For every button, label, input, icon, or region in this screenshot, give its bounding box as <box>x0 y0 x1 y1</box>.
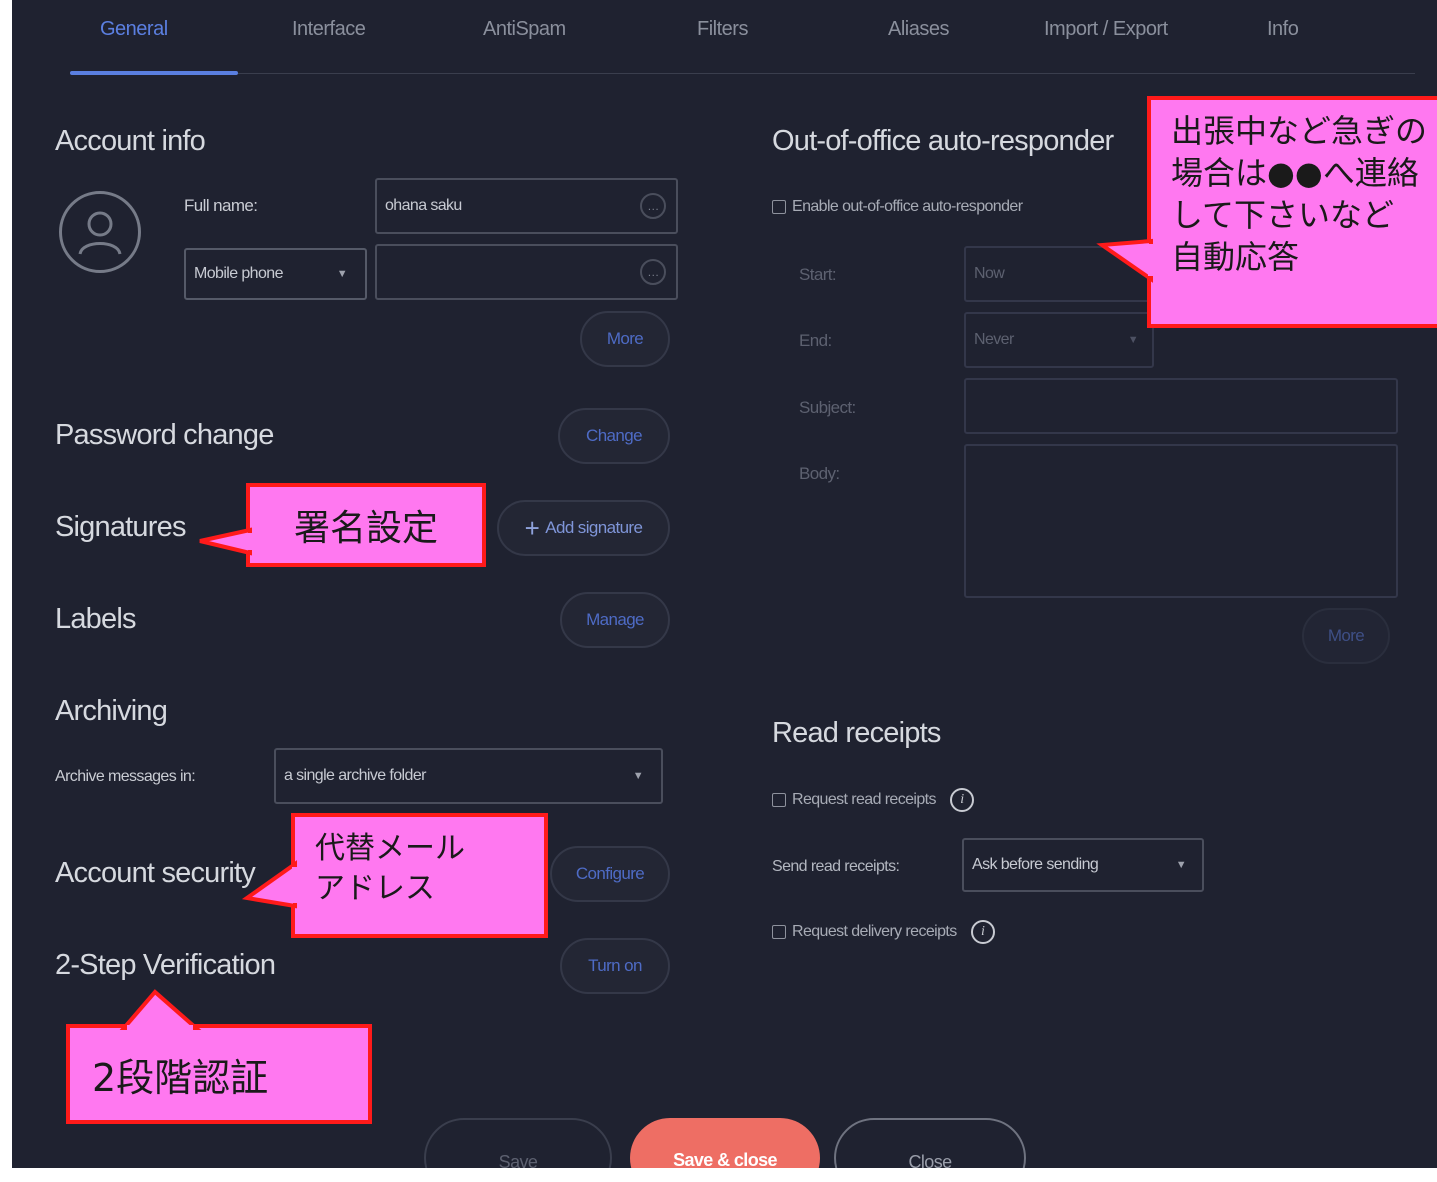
signatures-title: Signatures <box>55 511 186 543</box>
request-read-receipts-checkbox[interactable] <box>772 793 786 807</box>
phone-type-select[interactable]: Mobile phone ▼ <box>184 248 367 300</box>
signature-callout: 署名設定 <box>246 483 486 567</box>
tab-divider <box>70 73 1415 74</box>
tab-import-export[interactable]: Import / Export <box>1044 18 1168 41</box>
security-callout: 代替メール アドレス <box>291 813 548 938</box>
add-signature-label: Add signature <box>545 518 643 537</box>
labels-title: Labels <box>55 603 136 635</box>
archive-folder-value: a single archive folder <box>284 767 426 784</box>
request-read-receipts-row[interactable]: Request read receipts i <box>772 788 974 812</box>
enable-auto-responder-checkbox[interactable] <box>772 200 786 214</box>
request-delivery-receipts-checkbox[interactable] <box>772 925 786 939</box>
security-pointer <box>241 860 298 909</box>
password-change-title: Password change <box>55 419 274 451</box>
archiving-title: Archiving <box>55 695 168 727</box>
manage-labels-button[interactable]: Manage <box>560 592 670 648</box>
ellipsis-icon[interactable]: … <box>640 259 666 285</box>
close-button[interactable]: Close <box>834 1118 1026 1168</box>
send-read-receipts-label: Send read receipts: <box>772 858 900 875</box>
start-value: Now <box>974 265 1005 282</box>
active-tab-indicator <box>70 71 238 75</box>
tab-general[interactable]: General <box>100 18 168 41</box>
account-more-button[interactable]: More <box>580 311 670 367</box>
body-textarea[interactable] <box>964 444 1398 598</box>
auto-responder-more-button[interactable]: More <box>1302 608 1390 664</box>
auto-reply-callout-text: 出張中など急ぎの 場合は●●へ連絡 して下さいなど 自動応答 <box>1171 112 1428 276</box>
signature-callout-text: 署名設定 <box>293 508 438 549</box>
signature-pointer <box>199 527 253 556</box>
request-delivery-receipts-row[interactable]: Request delivery receipts i <box>772 920 995 944</box>
two-step-title: 2-Step Verification <box>55 949 276 981</box>
ellipsis-icon[interactable]: … <box>640 193 666 219</box>
end-select[interactable]: Never ▼ <box>964 312 1154 368</box>
add-signature-button[interactable]: + Add signature <box>497 500 670 556</box>
archive-folder-select[interactable]: a single archive folder ▼ <box>274 748 663 804</box>
end-value: Never <box>974 331 1014 348</box>
account-info-title: Account info <box>55 125 206 157</box>
request-read-receipts-label: Request read receipts <box>792 791 937 808</box>
auto-reply-pointer <box>1096 238 1154 283</box>
security-callout-text: 代替メール アドレス <box>315 831 465 906</box>
subject-field[interactable] <box>964 378 1398 434</box>
tab-antispam[interactable]: AntiSpam <box>483 18 566 41</box>
tab-aliases[interactable]: Aliases <box>888 18 949 41</box>
save-and-close-button[interactable]: Save & close <box>630 1118 820 1168</box>
out-of-office-title: Out-of-office auto-responder <box>772 125 1114 157</box>
phone-number-field[interactable]: … <box>375 244 678 300</box>
full-name-label: Full name: <box>184 196 258 215</box>
send-read-receipts-select[interactable]: Ask before sending ▼ <box>962 838 1204 892</box>
send-read-receipts-value: Ask before sending <box>972 856 1099 873</box>
account-security-title: Account security <box>55 857 256 889</box>
archive-messages-label: Archive messages in: <box>55 768 196 785</box>
save-button[interactable]: Save <box>424 1118 612 1168</box>
info-icon[interactable]: i <box>970 920 995 944</box>
change-password-button[interactable]: Change <box>558 408 670 464</box>
tab-interface[interactable]: Interface <box>292 18 366 41</box>
enable-auto-responder-row[interactable]: Enable out-of-office auto-responder <box>772 198 1023 216</box>
configure-security-button[interactable]: Configure <box>550 846 670 902</box>
avatar-icon[interactable] <box>59 191 141 273</box>
two-step-callout: 2段階認証 <box>66 1024 372 1124</box>
plus-icon: + <box>524 513 540 543</box>
enable-auto-responder-label: Enable out-of-office auto-responder <box>792 198 1023 215</box>
turn-on-two-step-button[interactable]: Turn on <box>560 938 670 994</box>
tab-info[interactable]: Info <box>1267 18 1299 41</box>
auto-reply-callout: 出張中など急ぎの 場合は●●へ連絡 して下さいなど 自動応答 <box>1147 96 1437 328</box>
subject-label: Subject: <box>799 398 856 417</box>
phone-type-value: Mobile phone <box>194 265 283 282</box>
chevron-down-icon: ▼ <box>632 770 644 782</box>
read-receipts-title: Read receipts <box>772 717 941 749</box>
end-label: End: <box>799 331 832 350</box>
chevron-down-icon: ▼ <box>336 268 348 280</box>
full-name-value: ohana saku <box>385 197 462 214</box>
chevron-down-icon: ▼ <box>1127 334 1139 346</box>
two-step-pointer <box>119 989 202 1031</box>
body-label: Body: <box>799 464 840 483</box>
settings-tabs: General Interface AntiSpam Filters Alias… <box>12 0 1437 80</box>
start-label: Start: <box>799 265 837 284</box>
tab-filters[interactable]: Filters <box>697 18 748 41</box>
info-icon[interactable]: i <box>949 788 974 812</box>
request-delivery-receipts-label: Request delivery receipts <box>792 923 957 940</box>
two-step-callout-text: 2段階認証 <box>92 1055 269 1100</box>
full-name-field[interactable]: ohana saku … <box>375 178 678 234</box>
chevron-down-icon: ▼ <box>1175 859 1187 871</box>
